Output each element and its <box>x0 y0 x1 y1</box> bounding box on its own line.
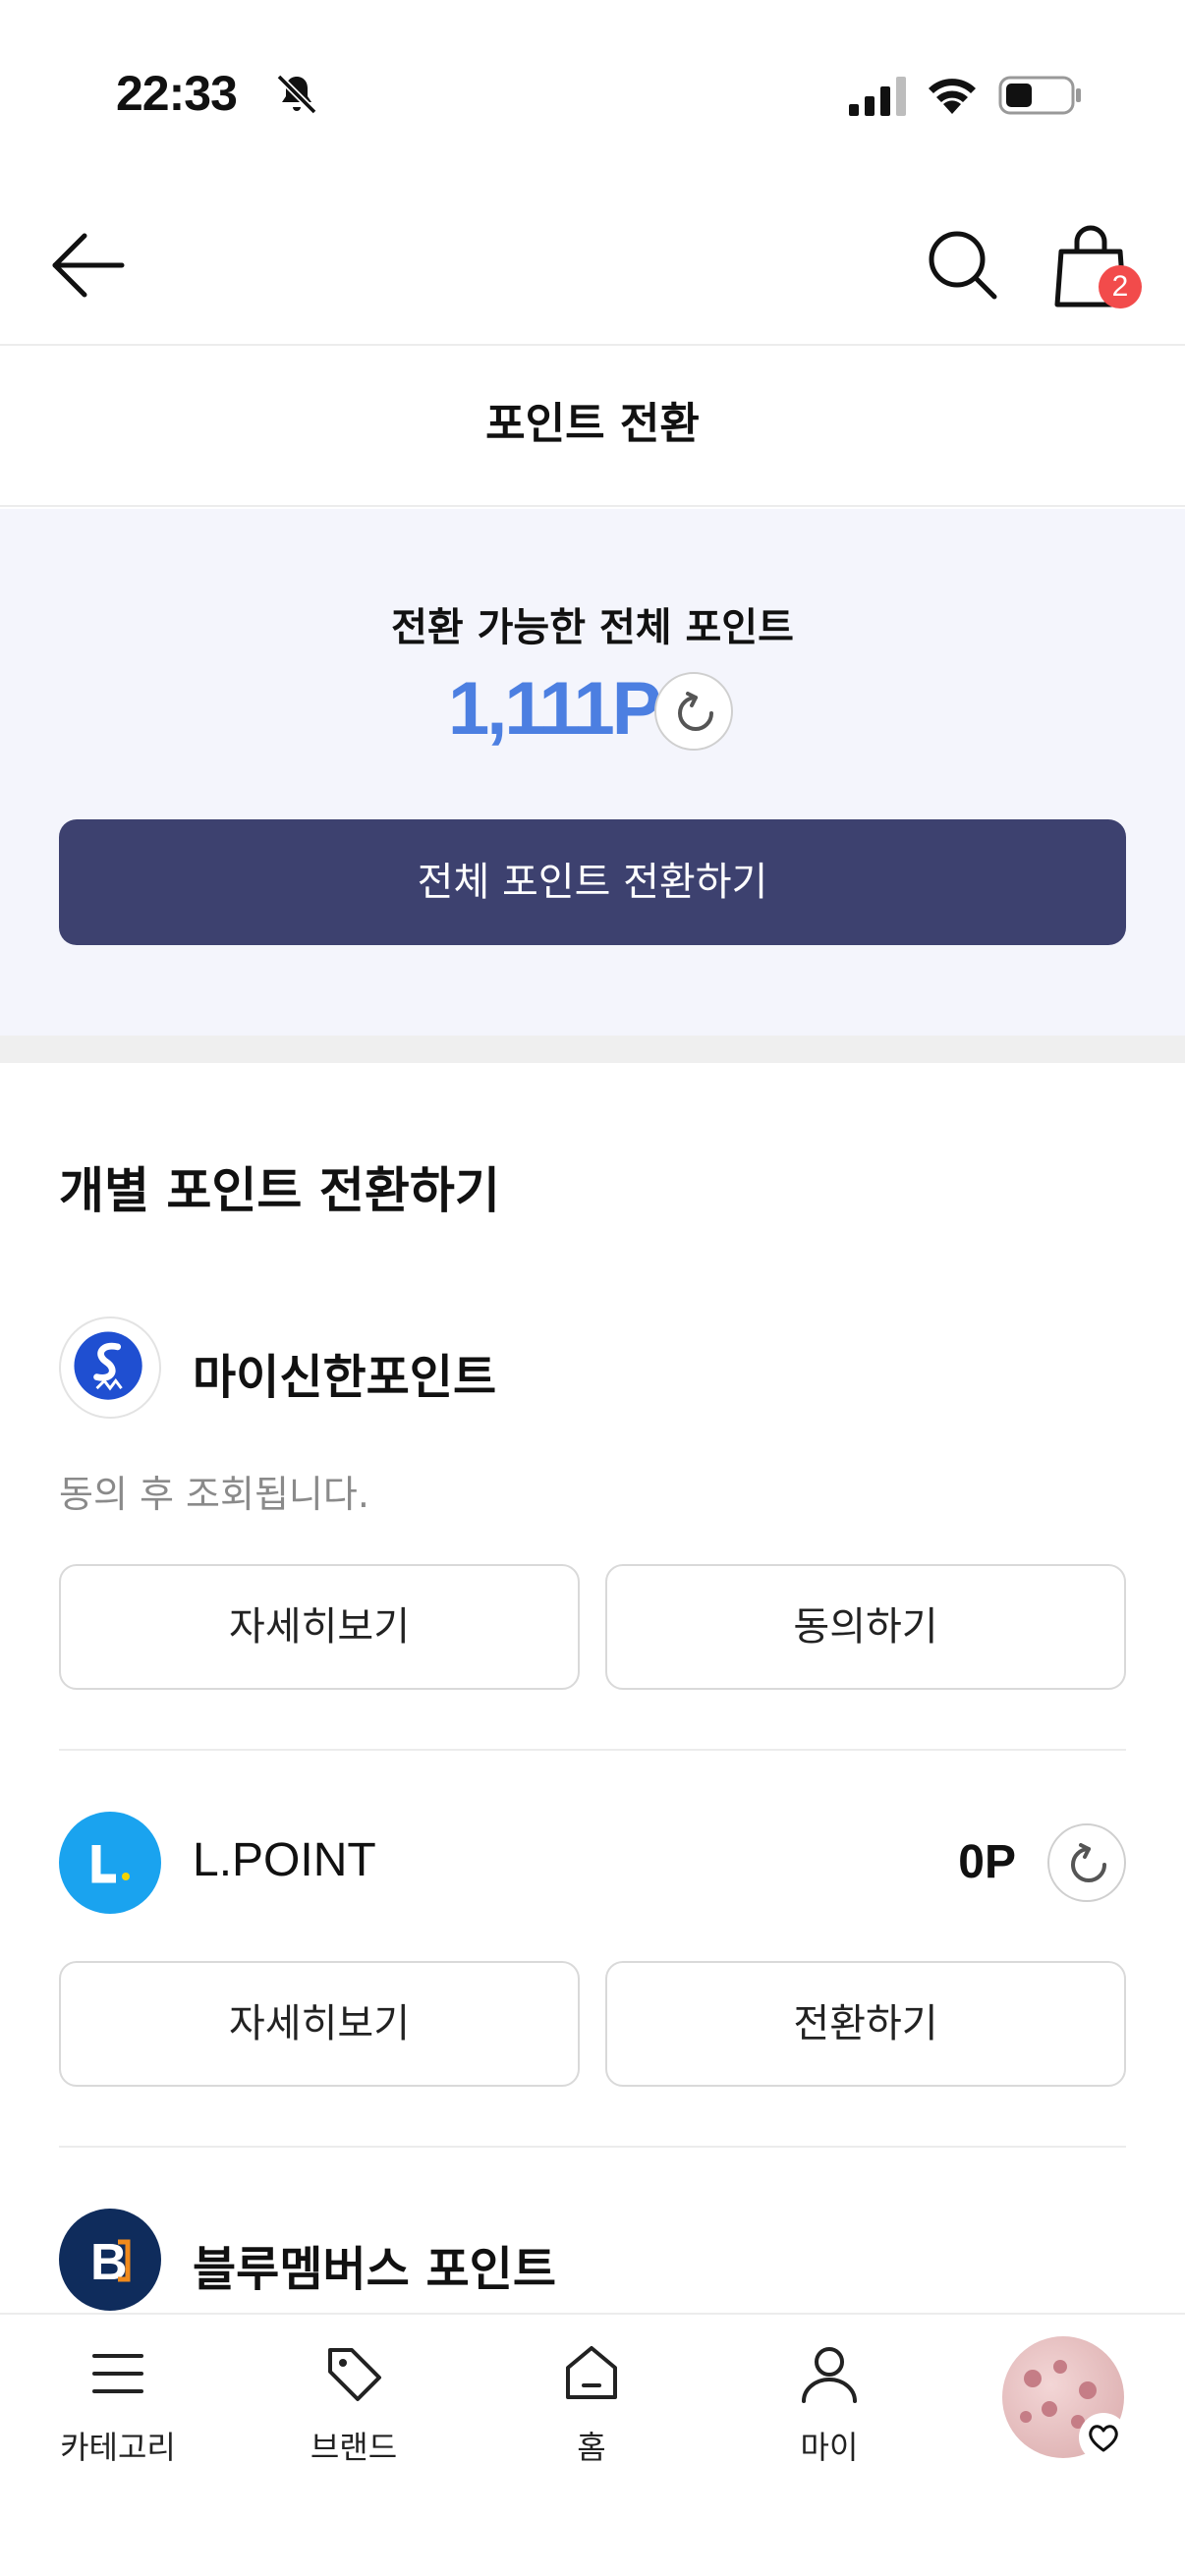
nav-category[interactable]: 카테고리 <box>20 2342 216 2480</box>
section-separator <box>0 1036 1185 1063</box>
point-card-lpoint: L.POINT 0P 자세히보기 전환하기 <box>59 1812 1126 2087</box>
refresh-icon <box>1071 1843 1106 1882</box>
total-points-value: 1,111P <box>448 667 661 751</box>
lpoint-logo <box>59 1812 161 1914</box>
divider <box>59 1749 1126 1751</box>
tag-icon <box>328 2348 381 2401</box>
shopping-bag-button[interactable]: 2 <box>1051 222 1150 310</box>
status-bar: 22:33 <box>0 0 1185 196</box>
thumbnail-detail <box>1053 2360 1067 2374</box>
convert-all-points-button[interactable]: 전체 포인트 전환하기 <box>59 819 1126 945</box>
nav-label: 마이 <box>800 2429 859 2466</box>
detail-button[interactable]: 자세히보기 <box>59 1961 580 2087</box>
cellular-signal-icon <box>849 77 906 116</box>
back-button[interactable] <box>45 226 134 305</box>
person-icon <box>802 2347 857 2403</box>
shinhan-logo <box>59 1316 161 1419</box>
battery-icon <box>998 76 1081 115</box>
nav-brand[interactable]: 브랜드 <box>255 2342 452 2480</box>
search-button[interactable] <box>924 226 1002 305</box>
thumbnail-detail <box>1024 2370 1042 2387</box>
refresh-total-button[interactable] <box>654 672 733 751</box>
thumbnail-detail <box>1020 2411 1032 2423</box>
point-card-shinhan: 마이신한포인트 동의 후 조회됩니다. 자세히보기 동의하기 <box>59 1316 1126 1690</box>
nav-label: 브랜드 <box>310 2429 398 2466</box>
point-card-value: 0P <box>958 1836 1016 1888</box>
search-icon <box>929 231 997 300</box>
bottom-navigation: 카테고리 브랜드 홈 마이 <box>0 2313 1185 2576</box>
top-navigation: 2 <box>0 196 1185 346</box>
heart-icon <box>1089 2425 1118 2452</box>
nav-label: 홈 <box>577 2429 606 2466</box>
bluemembers-logo: B <box>59 2209 161 2311</box>
page-title-bar: 포인트 전환 <box>0 348 1185 507</box>
convert-button[interactable]: 전환하기 <box>605 1961 1126 2087</box>
bell-muted-icon <box>276 74 317 115</box>
arrow-left-icon <box>52 233 125 298</box>
home-icon <box>566 2346 617 2399</box>
cart-count-badge: 2 <box>1099 265 1142 308</box>
wifi-icon <box>929 79 976 114</box>
status-time: 22:33 <box>116 66 238 121</box>
page-title: 포인트 전환 <box>485 399 700 449</box>
menu-icon <box>92 2354 143 2393</box>
thumbnail-detail <box>1079 2381 1097 2399</box>
divider <box>59 2146 1126 2148</box>
agree-button[interactable]: 동의하기 <box>605 1564 1126 1690</box>
thumbnail-detail <box>1042 2401 1057 2417</box>
heart-badge[interactable] <box>1079 2413 1128 2462</box>
nav-home[interactable]: 홈 <box>493 2342 690 2480</box>
point-card-name: 마이신한포인트 <box>193 1350 497 1405</box>
point-card-note: 동의 후 조회됩니다. <box>59 1473 369 1516</box>
total-points-label: 전환 가능한 전체 포인트 <box>391 605 794 650</box>
individual-section-heading: 개별 포인트 전환하기 <box>59 1162 500 1219</box>
nav-label: 카테고리 <box>60 2429 176 2466</box>
point-card-name: 블루멤버스 포인트 <box>193 2242 556 2297</box>
refresh-lpoint-button[interactable] <box>1047 1823 1126 1902</box>
refresh-icon <box>678 692 713 731</box>
total-points-summary: 전환 가능한 전체 포인트 1,111P 전체 포인트 전환하기 <box>0 509 1185 1036</box>
nav-my[interactable]: 마이 <box>731 2342 928 2480</box>
detail-button[interactable]: 자세히보기 <box>59 1564 580 1690</box>
point-card-name: L.POINT <box>193 1834 376 1886</box>
point-card-bluemembers: B 블루멤버스 포인트 <box>59 2209 1126 2313</box>
